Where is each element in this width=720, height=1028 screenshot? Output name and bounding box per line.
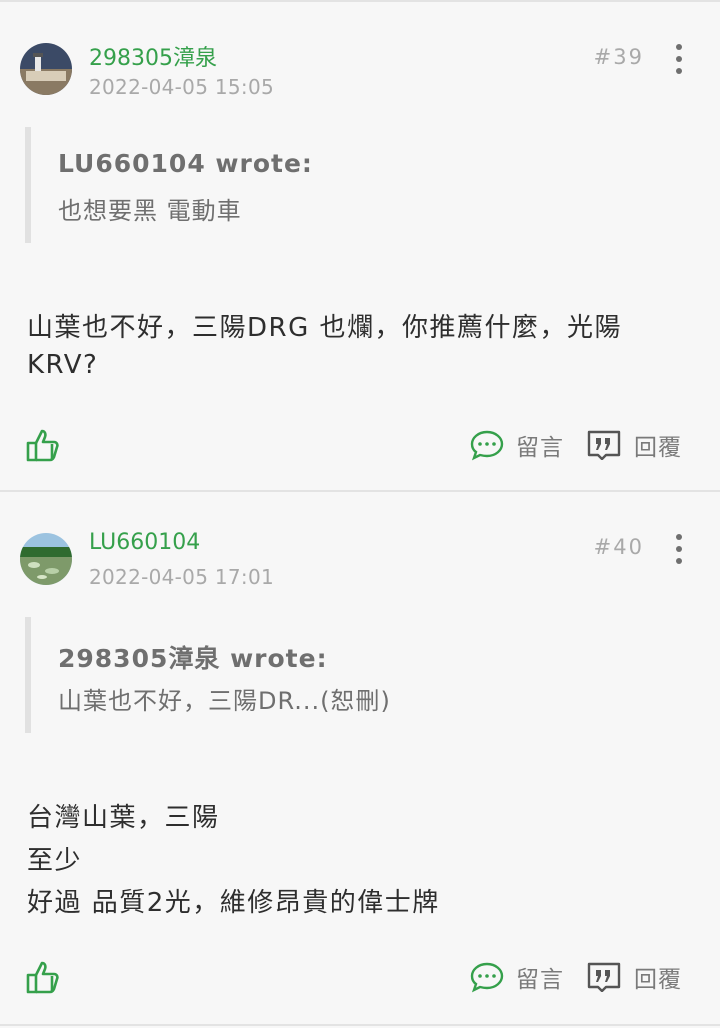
quote-author: LU660104 wrote: xyxy=(58,149,313,178)
more-options-icon[interactable] xyxy=(670,534,688,564)
quote-text: 也想要黑 電動車 xyxy=(58,197,242,225)
post-body-line: 至少 xyxy=(27,846,83,876)
floor-number: #39 xyxy=(593,45,644,69)
post-body-line: 好過 品質2光，維修昂貴的偉士牌 xyxy=(27,888,440,918)
quote-text: 山葉也不好，三陽DR...(恕刪) xyxy=(58,687,391,715)
like-thumb-icon[interactable] xyxy=(25,960,61,994)
quote-author: 298305漳泉 wrote: xyxy=(58,644,328,673)
user-avatar[interactable] xyxy=(20,43,72,95)
comment-label: 留言 xyxy=(516,435,564,461)
post-body-line: 山葉也不好，三陽DRG 也爛，你推薦什麼，光陽 xyxy=(27,313,622,343)
reply-button[interactable]: 回覆 xyxy=(586,960,682,994)
reply-label: 回覆 xyxy=(634,967,682,993)
reply-quote-icon xyxy=(587,962,621,992)
username[interactable]: 298305漳泉 xyxy=(89,40,217,72)
reply-button[interactable]: 回覆 xyxy=(586,428,682,462)
thread-page: 298305漳泉 2022-04-05 15:05 #39 LU660104 w… xyxy=(0,0,720,1028)
like-thumb-icon[interactable] xyxy=(25,428,61,462)
post-timestamp: 2022-04-05 17:01 xyxy=(89,565,275,589)
comment-bubble-icon xyxy=(470,962,504,993)
post-timestamp: 2022-04-05 15:05 xyxy=(89,75,275,99)
comment-label: 留言 xyxy=(516,967,564,993)
quote-block: 298305漳泉 wrote: 山葉也不好，三陽DR...(恕刪) xyxy=(25,617,631,733)
post-body-line: 台灣山葉，三陽 xyxy=(27,803,220,833)
reply-label: 回覆 xyxy=(634,435,682,461)
post-39: 298305漳泉 2022-04-05 15:05 #39 LU660104 w… xyxy=(0,0,720,490)
comment-button[interactable]: 留言 xyxy=(470,428,564,462)
divider xyxy=(0,1024,720,1026)
reply-quote-icon xyxy=(587,430,621,460)
more-options-icon[interactable] xyxy=(670,44,688,74)
floor-number: #40 xyxy=(593,535,644,559)
post-40: LU660104 2022-04-05 17:01 #40 298305漳泉 w… xyxy=(0,492,720,1026)
comment-bubble-icon xyxy=(470,430,504,461)
username[interactable]: LU660104 xyxy=(89,530,200,555)
user-avatar[interactable] xyxy=(20,533,72,585)
quote-block: LU660104 wrote: 也想要黑 電動車 xyxy=(25,127,631,243)
comment-button[interactable]: 留言 xyxy=(470,960,564,994)
post-body-line: KRV? xyxy=(27,350,99,380)
